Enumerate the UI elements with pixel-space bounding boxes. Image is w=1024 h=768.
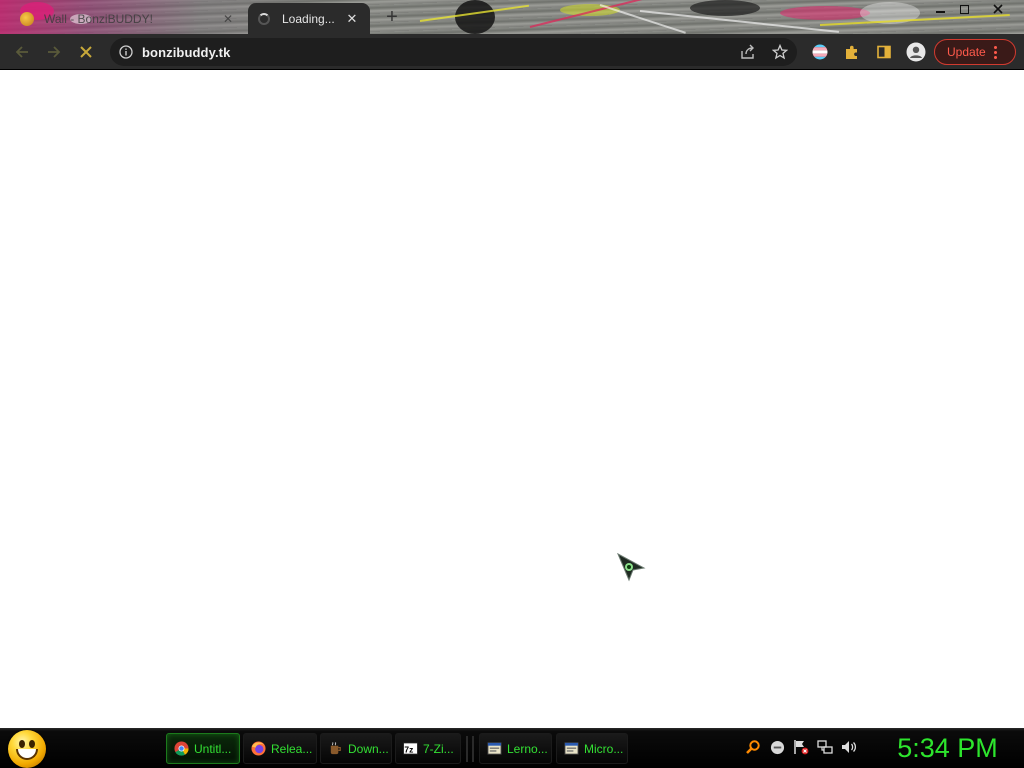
page-viewport[interactable] — [0, 71, 1024, 728]
theme-streak — [599, 4, 686, 34]
minimize-icon — [935, 11, 945, 13]
flag-alert-icon — [794, 740, 809, 755]
forward-button[interactable] — [40, 38, 68, 66]
svg-text:7z: 7z — [404, 744, 413, 754]
chrome-icon — [173, 741, 189, 757]
taskbar-separator — [466, 736, 468, 762]
tab-strip: Wall - BonziBUDDY! ✕ Loading... ✕ + — [0, 0, 1024, 34]
taskbar-item-label: Micro... — [584, 741, 624, 756]
tray-search-button[interactable] — [744, 738, 762, 756]
tab-bonzibuddy-wall[interactable]: Wall - BonziBUDDY! ✕ — [10, 3, 246, 34]
stop-loading-button[interactable] — [72, 38, 100, 66]
taskbar-item-lerno[interactable]: Lerno... — [479, 733, 552, 764]
share-button[interactable] — [734, 38, 762, 66]
tray-status-button[interactable] — [768, 738, 786, 756]
menu-kebab-icon — [993, 45, 997, 59]
maximize-button[interactable] — [951, 0, 977, 18]
loading-spinner-icon — [258, 12, 270, 25]
new-tab-button[interactable]: + — [380, 6, 404, 30]
arrow-right-icon — [48, 46, 61, 58]
tray-network-button[interactable] — [816, 738, 834, 756]
coffee-cup-icon — [327, 741, 343, 757]
side-panel-icon — [877, 45, 891, 59]
update-label: Update — [947, 45, 986, 59]
stop-x-icon — [80, 46, 92, 58]
update-button[interactable]: Update — [934, 39, 1016, 65]
profile-button[interactable] — [902, 38, 930, 66]
site-info-icon[interactable] — [119, 45, 133, 59]
taskbar-item-microsoft[interactable]: Micro... — [556, 733, 628, 764]
bonzi-favicon-icon — [20, 11, 34, 26]
tab-loading[interactable]: Loading... ✕ — [248, 3, 370, 34]
minimize-button[interactable] — [927, 0, 953, 18]
speaker-icon — [841, 741, 856, 753]
tab-close-icon[interactable]: ✕ — [344, 11, 360, 27]
close-window-button[interactable] — [985, 0, 1011, 18]
address-bar[interactable]: bonzibuddy.tk — [110, 38, 797, 66]
side-panel-button[interactable] — [870, 38, 898, 66]
avatar-icon — [906, 42, 926, 62]
theme-splat — [780, 6, 870, 20]
tab-title: Loading... — [282, 11, 335, 26]
smiley-eye — [29, 740, 35, 748]
back-button[interactable] — [8, 38, 36, 66]
magnifier-icon — [746, 740, 760, 754]
tray-action-center-button[interactable] — [792, 738, 810, 756]
taskbar-item-downloads[interactable]: Down... — [320, 733, 392, 764]
arrow-left-icon — [15, 46, 28, 58]
taskbar-item-label: Down... — [348, 741, 389, 756]
app-window-icon — [486, 741, 502, 757]
bookmark-star-button[interactable] — [766, 38, 794, 66]
share-icon — [741, 44, 754, 59]
taskbar-item-label: Untitl... — [194, 741, 232, 756]
start-button-bonzi-smiley[interactable] — [8, 730, 46, 768]
7zip-icon: 7z — [402, 741, 418, 757]
network-icon — [817, 740, 833, 754]
firefox-icon — [250, 741, 266, 757]
status-circle-icon — [770, 740, 784, 754]
trans-flag-icon — [812, 44, 828, 60]
flag-extension-button[interactable] — [806, 38, 834, 66]
theme-splat — [690, 0, 760, 16]
extensions-button[interactable] — [838, 38, 866, 66]
restore-icon — [959, 4, 969, 14]
smiley-mouth — [16, 749, 38, 760]
mouse-cursor-icon — [616, 552, 646, 582]
taskbar-item-label: 7-Zi... — [423, 741, 454, 756]
close-icon — [993, 4, 1003, 14]
taskbar-item-chrome[interactable]: Untitl... — [166, 733, 240, 764]
taskbar-item-label: Relea... — [271, 741, 313, 756]
url-text[interactable]: bonzibuddy.tk — [142, 45, 230, 60]
taskbar-clock[interactable]: 5:34 PM — [880, 732, 1015, 764]
theme-splat — [455, 0, 495, 34]
puzzle-piece-icon — [846, 45, 857, 59]
star-icon — [772, 44, 788, 60]
browser-toolbar: bonzibuddy.tk Update — [0, 34, 1024, 70]
tab-title: Wall - BonziBUDDY! — [44, 11, 153, 26]
taskbar: Untitl... Relea... Down... 7z 7-Zi... Le… — [0, 728, 1024, 768]
smiley-eye — [19, 740, 25, 748]
tab-close-icon[interactable]: ✕ — [220, 11, 236, 27]
app-window-icon — [563, 741, 579, 757]
taskbar-item-7zip[interactable]: 7z 7-Zi... — [395, 733, 461, 764]
taskbar-separator — [472, 736, 474, 762]
taskbar-item-label: Lerno... — [507, 741, 548, 756]
tray-volume-button[interactable] — [840, 738, 858, 756]
taskbar-item-firefox[interactable]: Relea... — [243, 733, 317, 764]
